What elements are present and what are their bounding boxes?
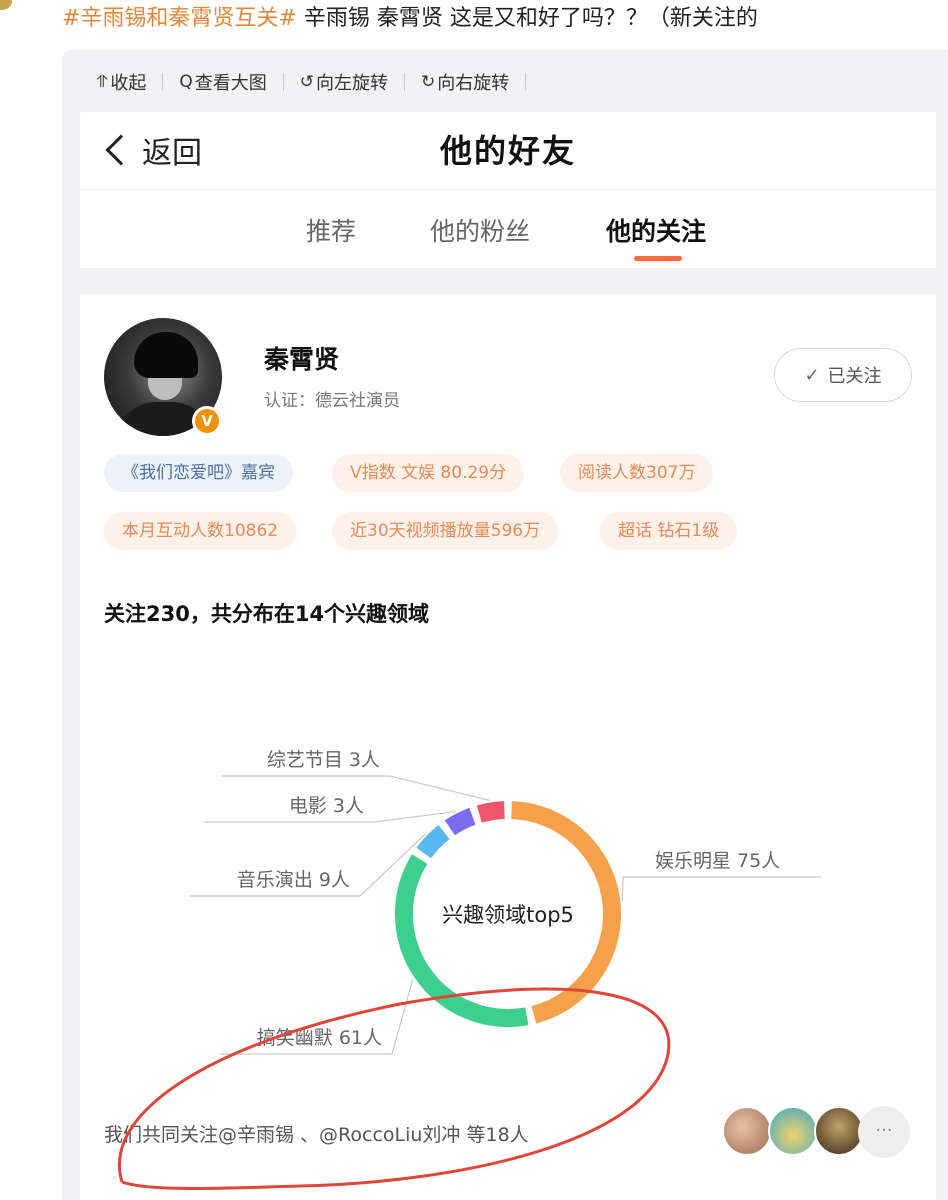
toolbar-divider bbox=[525, 73, 527, 91]
poster-avatar[interactable] bbox=[0, 0, 12, 10]
slice-label: 搞笑幽默 61人 bbox=[257, 1027, 382, 1049]
check-icon: ✓ bbox=[804, 364, 820, 386]
post-header: #辛雨锡和秦霄贤互关# 辛雨锡 秦霄贤 这是又和好了吗？？（新关注的 bbox=[0, 0, 948, 44]
page-title: 他的好友 bbox=[439, 132, 576, 170]
post-hashtag[interactable]: #辛雨锡和秦霄贤互关# bbox=[62, 6, 297, 31]
donut-slice bbox=[395, 854, 529, 1027]
donut-slice bbox=[476, 801, 505, 823]
collapse-label: 收起 bbox=[110, 73, 147, 94]
magnifier-icon: Q bbox=[179, 72, 193, 92]
verified-badge-icon: V bbox=[192, 406, 222, 436]
view-large-button[interactable]: Q 查看大图 bbox=[163, 69, 282, 95]
collapse-icon: ⥣ bbox=[96, 72, 109, 92]
more-button[interactable]: ··· bbox=[858, 1106, 910, 1158]
rotate-left-label: 向左旋转 bbox=[316, 73, 388, 94]
user-verification: 认证：德云社演员 bbox=[264, 391, 400, 411]
mutual-avatar[interactable] bbox=[814, 1106, 864, 1156]
slice-label: 娱乐明星 75人 bbox=[655, 850, 780, 872]
following-summary: 关注230，共分布在14个兴趣领域 bbox=[104, 602, 430, 626]
slice-label: 综艺节目 3人 bbox=[267, 749, 380, 771]
chart-center-title: 兴趣领域top5 bbox=[442, 903, 574, 927]
following-label: 已关注 bbox=[827, 366, 882, 387]
following-button[interactable]: ✓ 已关注 bbox=[774, 348, 912, 402]
mutual-avatar[interactable] bbox=[722, 1106, 772, 1156]
tag-readers[interactable]: 阅读人数307万 bbox=[560, 454, 714, 492]
tag-v-index[interactable]: V指数 文娱 80.29分 bbox=[332, 454, 525, 492]
tab-followers[interactable]: 他的粉丝 bbox=[430, 212, 530, 248]
collapse-button[interactable]: ⥣ 收起 bbox=[62, 69, 162, 95]
slice-label: 电影 3人 bbox=[289, 795, 364, 817]
tag-monthly-interactions[interactable]: 本月互动人数10862 bbox=[104, 512, 297, 550]
mutual-following-text[interactable]: 我们共同关注@辛雨锡 、@RoccoLiu刘冲 等18人 bbox=[104, 1120, 529, 1147]
rotate-left-icon: ↺ bbox=[299, 72, 314, 92]
donut-slice bbox=[416, 824, 450, 859]
post-text: 辛雨锡 秦霄贤 这是又和好了吗？？（新关注的 bbox=[296, 6, 758, 31]
profile-card: V 秦霄贤 认证：德云社演员 ✓ 已关注 《我们恋爱吧》嘉宾 V指数 文娱 80… bbox=[80, 294, 936, 1200]
tab-following[interactable]: 他的关注 bbox=[606, 212, 706, 248]
slice-label: 音乐演出 9人 bbox=[237, 869, 350, 891]
view-large-label: 查看大图 bbox=[194, 73, 267, 94]
tag-super-topic[interactable]: 超话 钻石1级 bbox=[600, 512, 738, 550]
avatar-hair bbox=[134, 332, 198, 378]
tag-video-plays[interactable]: 近30天视频播放量596万 bbox=[332, 512, 559, 550]
nav-card: 返回 他的好友 推荐 他的粉丝 他的关注 bbox=[80, 112, 936, 268]
donut-slice bbox=[444, 807, 476, 836]
image-toolbar: ⥣ 收起 Q 查看大图 ↺ 向左旋转 ↻ 向右旋转 bbox=[62, 62, 527, 102]
rotate-right-icon: ↻ bbox=[421, 72, 436, 92]
tab-recommended[interactable]: 推荐 bbox=[306, 212, 356, 248]
user-name: 秦霄贤 bbox=[264, 345, 340, 374]
rotate-left-button[interactable]: ↺ 向左旋转 bbox=[284, 69, 404, 95]
interest-donut-chart: 娱乐明星 75人搞笑幽默 61人 音乐演出 9人 电影 3人 综艺节目 3人兴趣领域t… bbox=[190, 749, 821, 1055]
rotate-right-label: 向右旋转 bbox=[437, 73, 510, 94]
leader-line bbox=[621, 876, 821, 902]
nav-bar: 返回 他的好友 bbox=[80, 112, 936, 190]
rotate-right-button[interactable]: ↻ 向右旋转 bbox=[405, 69, 525, 95]
tag-show-guest[interactable]: 《我们恋爱吧》嘉宾 bbox=[104, 454, 293, 492]
mutual-avatar[interactable] bbox=[768, 1106, 818, 1156]
tab-bar: 推荐 他的粉丝 他的关注 bbox=[80, 190, 936, 268]
active-tab-indicator bbox=[634, 256, 682, 261]
